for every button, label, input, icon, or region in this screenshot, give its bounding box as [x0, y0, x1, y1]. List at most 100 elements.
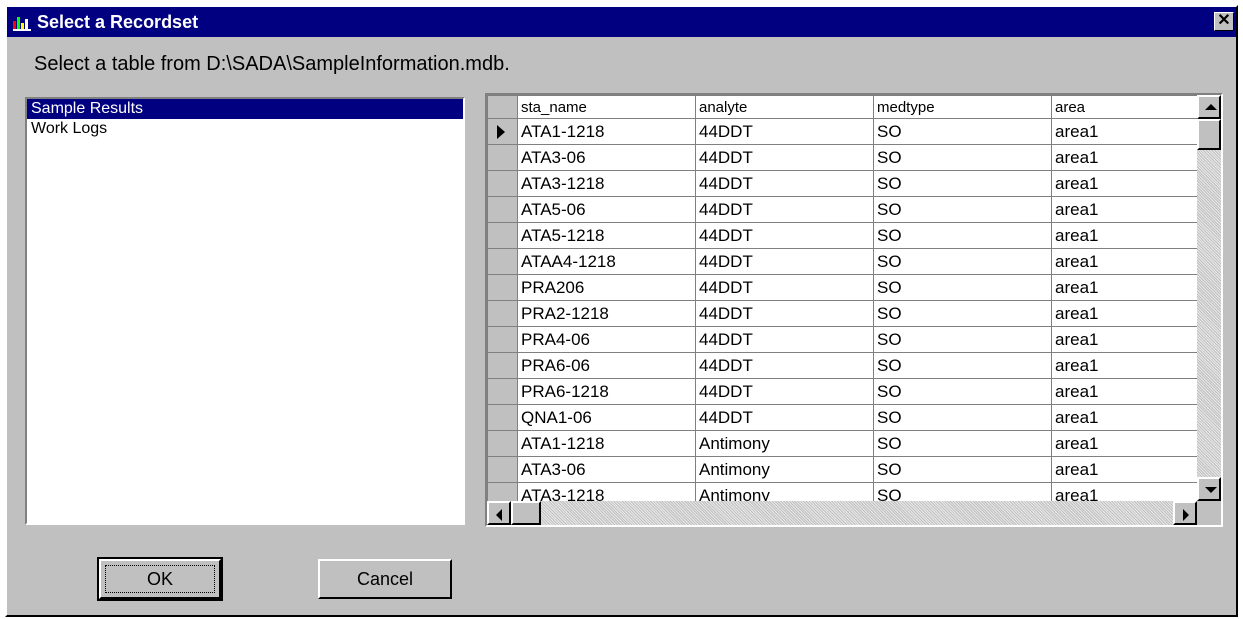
grid-cell-sta_name[interactable]: ATA3-06 — [517, 144, 696, 171]
table-row[interactable]: PRA6-06 44DDT SO area1 — [487, 352, 1202, 379]
column-header-area[interactable]: area — [1051, 95, 1202, 119]
ok-button[interactable]: OK — [97, 557, 223, 601]
row-selector[interactable] — [487, 118, 518, 145]
row-selector[interactable] — [487, 170, 518, 197]
grid-cell-sta_name[interactable]: ATA5-06 — [517, 196, 696, 223]
records-grid[interactable]: sta_name analyte medtype area ATA1-1218 44DD… — [485, 93, 1223, 527]
row-selector[interactable] — [487, 274, 518, 301]
table-row[interactable]: ATAA4-1218 44DDT SO area1 — [487, 248, 1202, 275]
table-row[interactable]: ATA1-1218 44DDT SO area1 — [487, 118, 1202, 145]
grid-cell-sta_name[interactable]: PRA206 — [517, 274, 696, 301]
grid-cell-sta_name[interactable]: PRA2-1218 — [517, 300, 696, 327]
row-selector[interactable] — [487, 352, 518, 379]
vertical-scroll-thumb[interactable] — [1197, 119, 1221, 150]
grid-cell-medtype[interactable]: SO — [873, 300, 1052, 327]
grid-cell-sta_name[interactable]: ATA3-1218 — [517, 170, 696, 197]
grid-cell-medtype[interactable]: SO — [873, 222, 1052, 249]
grid-cell-medtype[interactable]: SO — [873, 404, 1052, 431]
scroll-up-button[interactable] — [1197, 95, 1221, 119]
grid-cell-sta_name[interactable]: ATAA4-1218 — [517, 248, 696, 275]
grid-cell-medtype[interactable]: SO — [873, 170, 1052, 197]
table-row[interactable]: PRA206 44DDT SO area1 — [487, 274, 1202, 301]
grid-cell-area[interactable]: area1 — [1051, 222, 1202, 249]
scroll-right-button[interactable] — [1173, 501, 1197, 525]
grid-cell-sta_name[interactable]: ATA1-1218 — [517, 430, 696, 457]
grid-cell-area[interactable]: area1 — [1051, 300, 1202, 327]
grid-cell-area[interactable]: area1 — [1051, 456, 1202, 483]
grid-cell-medtype[interactable]: SO — [873, 430, 1052, 457]
table-row[interactable]: QNA1-06 44DDT SO area1 — [487, 404, 1202, 431]
row-selector[interactable] — [487, 300, 518, 327]
grid-cell-medtype[interactable]: SO — [873, 326, 1052, 353]
cancel-button[interactable]: Cancel — [318, 559, 452, 599]
grid-cell-analyte[interactable]: 44DDT — [695, 144, 874, 171]
table-row[interactable]: PRA2-1218 44DDT SO area1 — [487, 300, 1202, 327]
grid-cell-analyte[interactable]: 44DDT — [695, 300, 874, 327]
grid-cell-area[interactable]: area1 — [1051, 196, 1202, 223]
grid-cell-analyte[interactable]: 44DDT — [695, 274, 874, 301]
grid-cell-area[interactable]: area1 — [1051, 170, 1202, 197]
grid-cell-sta_name[interactable]: PRA6-1218 — [517, 378, 696, 405]
table-row[interactable]: PRA4-06 44DDT SO area1 — [487, 326, 1202, 353]
column-header-medtype[interactable]: medtype — [873, 95, 1052, 119]
row-selector[interactable] — [487, 222, 518, 249]
row-selector[interactable] — [487, 248, 518, 275]
grid-cell-analyte[interactable]: 44DDT — [695, 118, 874, 145]
grid-cell-area[interactable]: area1 — [1051, 378, 1202, 405]
close-button[interactable]: ✕ — [1214, 12, 1234, 31]
grid-cell-medtype[interactable]: SO — [873, 118, 1052, 145]
grid-cell-analyte[interactable]: 44DDT — [695, 170, 874, 197]
grid-cell-analyte[interactable]: 44DDT — [695, 248, 874, 275]
row-selector[interactable] — [487, 430, 518, 457]
grid-cell-sta_name[interactable]: ATA5-1218 — [517, 222, 696, 249]
list-item[interactable]: Sample Results — [27, 99, 463, 119]
grid-cell-medtype[interactable]: SO — [873, 196, 1052, 223]
table-listbox[interactable]: Sample Results Work Logs — [25, 97, 465, 525]
grid-cell-analyte[interactable]: 44DDT — [695, 378, 874, 405]
grid-cell-area[interactable]: area1 — [1051, 430, 1202, 457]
title-bar[interactable]: Select a Recordset ✕ — [7, 7, 1236, 37]
table-row[interactable]: ATA3-06 44DDT SO area1 — [487, 144, 1202, 171]
grid-cell-analyte[interactable]: Antimony — [695, 430, 874, 457]
grid-cell-sta_name[interactable]: QNA1-06 — [517, 404, 696, 431]
grid-cell-area[interactable]: area1 — [1051, 326, 1202, 353]
row-selector[interactable] — [487, 196, 518, 223]
vertical-scrollbar[interactable] — [1197, 95, 1221, 501]
grid-cell-analyte[interactable]: Antimony — [695, 456, 874, 483]
horizontal-scrollbar[interactable] — [487, 501, 1197, 525]
grid-cell-area[interactable]: area1 — [1051, 352, 1202, 379]
scroll-down-button[interactable] — [1197, 477, 1221, 501]
grid-cell-medtype[interactable]: SO — [873, 378, 1052, 405]
table-row[interactable]: ATA3-1218 44DDT SO area1 — [487, 170, 1202, 197]
row-selector[interactable] — [487, 326, 518, 353]
grid-cell-medtype[interactable]: SO — [873, 248, 1052, 275]
grid-cell-analyte[interactable]: 44DDT — [695, 222, 874, 249]
grid-cell-medtype[interactable]: SO — [873, 274, 1052, 301]
grid-cell-sta_name[interactable]: PRA6-06 — [517, 352, 696, 379]
row-selector[interactable] — [487, 404, 518, 431]
grid-cell-analyte[interactable]: 44DDT — [695, 196, 874, 223]
row-selector[interactable] — [487, 144, 518, 171]
grid-cell-area[interactable]: area1 — [1051, 404, 1202, 431]
table-row[interactable]: ATA1-1218 Antimony SO area1 — [487, 430, 1202, 457]
grid-cell-area[interactable]: area1 — [1051, 248, 1202, 275]
grid-cell-analyte[interactable]: 44DDT — [695, 352, 874, 379]
table-row[interactable]: ATA5-06 44DDT SO area1 — [487, 196, 1202, 223]
row-selector[interactable] — [487, 378, 518, 405]
grid-cell-sta_name[interactable]: ATA3-06 — [517, 456, 696, 483]
table-row[interactable]: ATA5-1218 44DDT SO area1 — [487, 222, 1202, 249]
scroll-left-button[interactable] — [487, 501, 511, 525]
grid-cell-medtype[interactable]: SO — [873, 456, 1052, 483]
grid-cell-analyte[interactable]: 44DDT — [695, 404, 874, 431]
row-selector[interactable] — [487, 456, 518, 483]
grid-cell-sta_name[interactable]: ATA1-1218 — [517, 118, 696, 145]
grid-cell-medtype[interactable]: SO — [873, 144, 1052, 171]
column-header-analyte[interactable]: analyte — [695, 95, 874, 119]
grid-cell-analyte[interactable]: 44DDT — [695, 326, 874, 353]
table-row[interactable]: ATA3-06 Antimony SO area1 — [487, 456, 1202, 483]
grid-cell-sta_name[interactable]: PRA4-06 — [517, 326, 696, 353]
grid-cell-area[interactable]: area1 — [1051, 274, 1202, 301]
column-header-sta_name[interactable]: sta_name — [517, 95, 696, 119]
table-row[interactable]: PRA6-1218 44DDT SO area1 — [487, 378, 1202, 405]
list-item[interactable]: Work Logs — [27, 119, 463, 139]
